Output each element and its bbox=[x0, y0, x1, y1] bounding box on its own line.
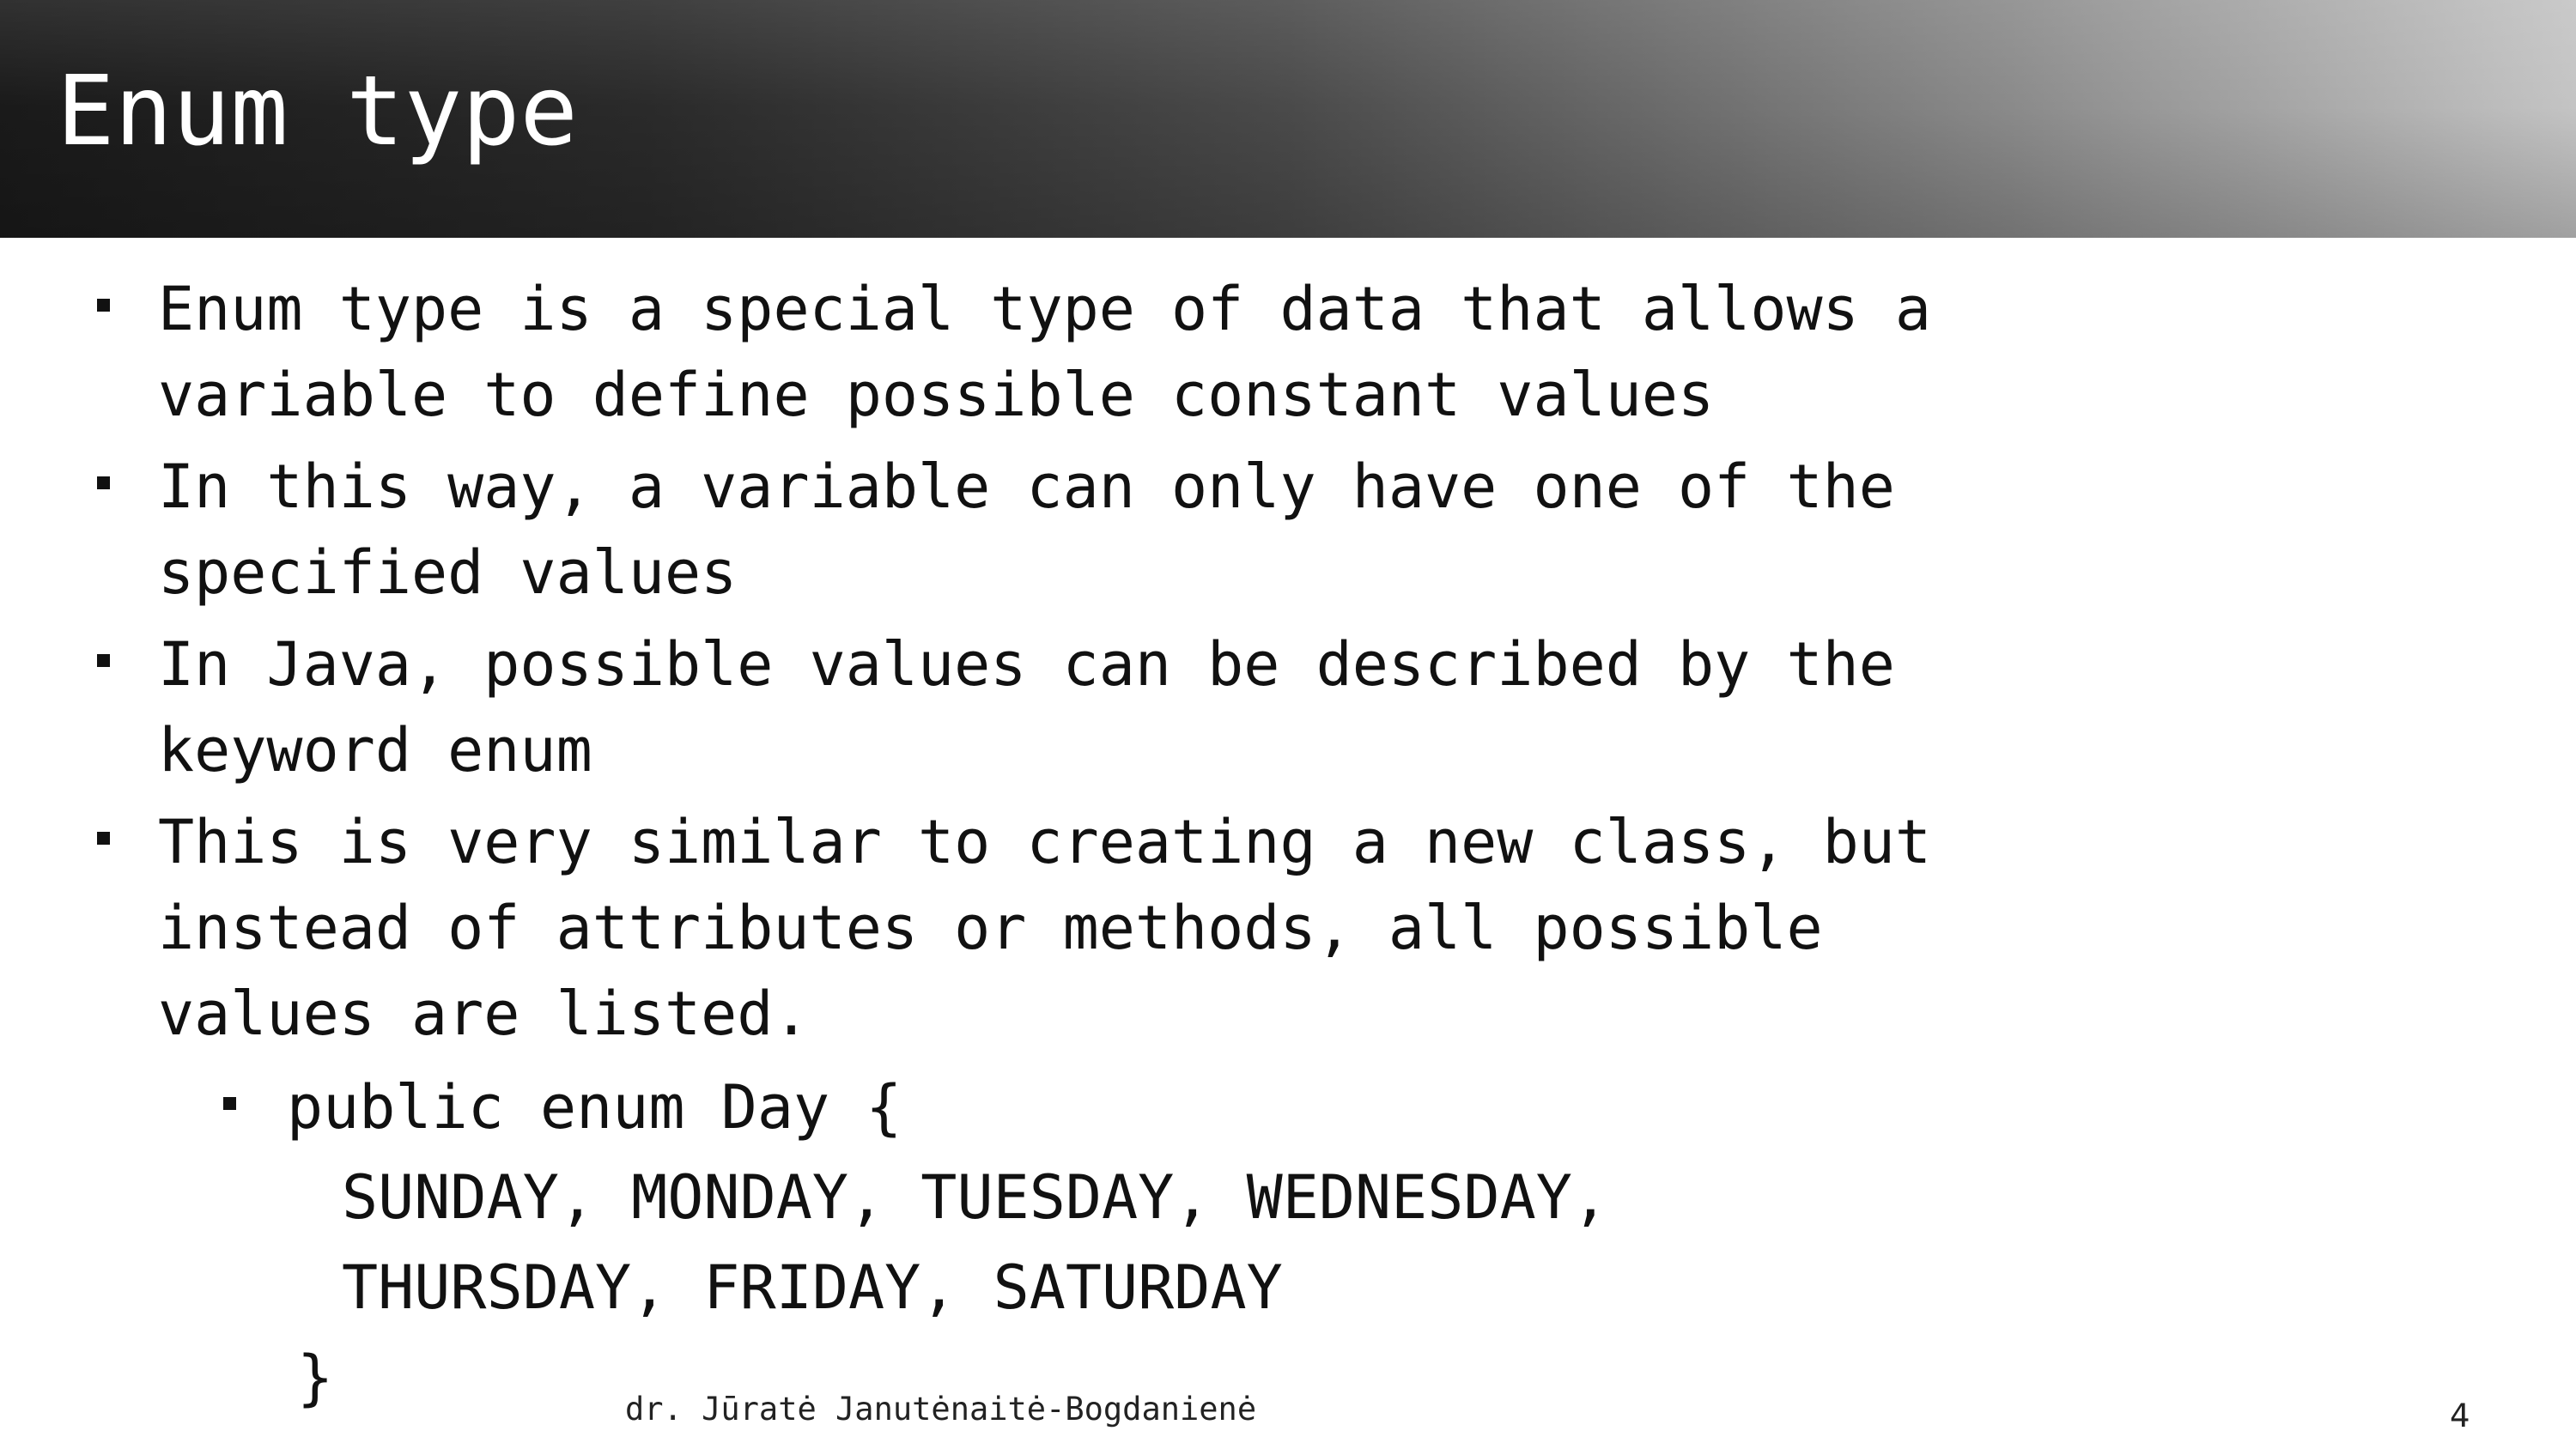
bullet-marker bbox=[97, 654, 110, 667]
slide: Enum type Enum type is a special type of… bbox=[0, 0, 2576, 1449]
slide-content: Enum type is a special type of data that… bbox=[0, 0, 2576, 1449]
code-values-line-1: SUNDAY, MONDAY, TUESDAY, WEDNESDAY, bbox=[342, 1162, 1609, 1233]
bullet-marker bbox=[97, 476, 110, 489]
code-header: public enum Day { bbox=[287, 1072, 902, 1143]
bullet-3-line-1: In Java, possible values can be describe… bbox=[158, 629, 1895, 700]
bullet-3-line-2: keyword enum bbox=[158, 715, 592, 785]
footer-author: dr. Jūratė Janutėnaitė-Bogdanienė bbox=[625, 1391, 1257, 1428]
bullet-2-line-2: specified values bbox=[158, 537, 738, 608]
bullet-4-line-3: values are listed. bbox=[158, 979, 810, 1049]
bullet-1-line-1: Enum type is a special type of data that… bbox=[158, 274, 1932, 344]
bullet-4-line-1: This is very similar to creating a new c… bbox=[158, 807, 1932, 877]
bullet-4-line-2: instead of attributes or methods, all po… bbox=[158, 893, 1823, 963]
code-closing-brace: } bbox=[297, 1343, 334, 1413]
bullet-2-line-1: In this way, a variable can only have on… bbox=[158, 452, 1895, 522]
slide-title: Enum type bbox=[57, 56, 578, 167]
code-values-line-2: THURSDAY, FRIDAY, SATURDAY bbox=[342, 1252, 1283, 1323]
bullet-marker bbox=[97, 299, 110, 312]
page-number: 4 bbox=[2450, 1397, 2470, 1434]
bullet-marker bbox=[97, 832, 110, 845]
sub-bullet-marker bbox=[223, 1097, 236, 1110]
bullet-1-line-2: variable to define possible constant val… bbox=[158, 360, 1715, 430]
